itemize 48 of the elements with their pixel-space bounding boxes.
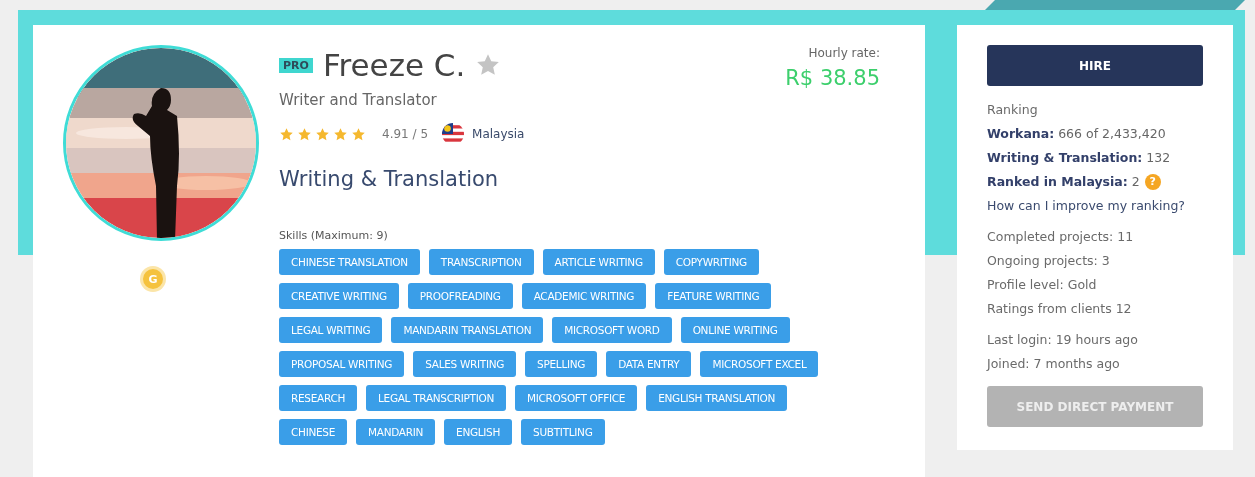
rating-score: 4.91 / 5 (382, 127, 429, 141)
improve-ranking-link[interactable]: How can I improve my ranking? (987, 194, 1185, 218)
profile-stat: Profile level: Gold (987, 276, 1098, 294)
skill-tag: ONLINE WRITING (680, 317, 790, 343)
freelancer-name: Freeze C. (322, 47, 466, 83)
skill-tag: PROPOSAL WRITING (279, 351, 405, 377)
skill-tag: MICROSOFT WORD (552, 317, 672, 343)
ranking-entry: Workana: 666 of 2,433,420 (987, 125, 1166, 143)
hire-button[interactable]: HIRE (987, 45, 1203, 86)
skill-tag: ACADEMIC WRITING (521, 283, 647, 309)
skill-tag: FEATURE WRITING (655, 283, 772, 309)
skill-tag: CREATIVE WRITING (279, 283, 399, 309)
ranking-entry: Ranked in Malaysia: 2 (987, 173, 1140, 191)
level-badge: G (143, 269, 163, 289)
skill-tag: COPYWRITING (663, 249, 759, 275)
hourly-rate-label: Hourly rate: (808, 46, 880, 60)
skill-tag: MICROSOFT OFFICE (515, 385, 638, 411)
profile-stat: Ratings from clients 12 (987, 300, 1133, 318)
skill-tag: SUBTITLING (521, 419, 605, 445)
skill-tag: PROOFREADING (407, 283, 513, 309)
flag-icon (442, 123, 465, 145)
skill-tag: LEGAL TRANSCRIPTION (366, 385, 506, 411)
ranking-entry: Writing & Translation: 132 (987, 149, 1171, 167)
activity-info: Joined: 7 months ago (987, 355, 1121, 373)
skill-tag: CHINESE (279, 419, 347, 445)
profile-stat: Completed projects: 11 (987, 228, 1135, 246)
skill-tag: SPELLING (525, 351, 598, 377)
skill-tag: ENGLISH (444, 419, 513, 445)
country-name: Malaysia (472, 127, 525, 141)
ranking-title: Ranking (987, 101, 1039, 119)
skills-label: Skills (Maximum: 9) (279, 229, 389, 242)
skill-tag: SALES WRITING (413, 351, 517, 377)
category-title: Writing & Translation (279, 167, 500, 191)
pro-badge: PRO (279, 57, 313, 73)
skill-tag: MICROSOFT EXCEL (700, 351, 819, 377)
headline: Writer and Translator (279, 91, 438, 109)
skill-tag: TRANSCRIPTION (428, 249, 534, 275)
profile-stat: Ongoing projects: 3 (987, 252, 1111, 270)
skill-tag: CHINESE TRANSLATION (279, 249, 420, 275)
skill-tag: LEGAL WRITING (279, 317, 383, 343)
activity-info: Last login: 19 hours ago (987, 331, 1139, 349)
skill-tag: MANDARIN (356, 419, 436, 445)
skill-tag: MANDARIN TRANSLATION (391, 317, 544, 343)
skill-tag: ARTICLE WRITING (542, 249, 655, 275)
hourly-rate: R$ 38.85 (785, 66, 880, 90)
skill-tag: ENGLISH TRANSLATION (646, 385, 788, 411)
skill-tag: DATA ENTRY (606, 351, 692, 377)
skill-tag: RESEARCH (279, 385, 357, 411)
